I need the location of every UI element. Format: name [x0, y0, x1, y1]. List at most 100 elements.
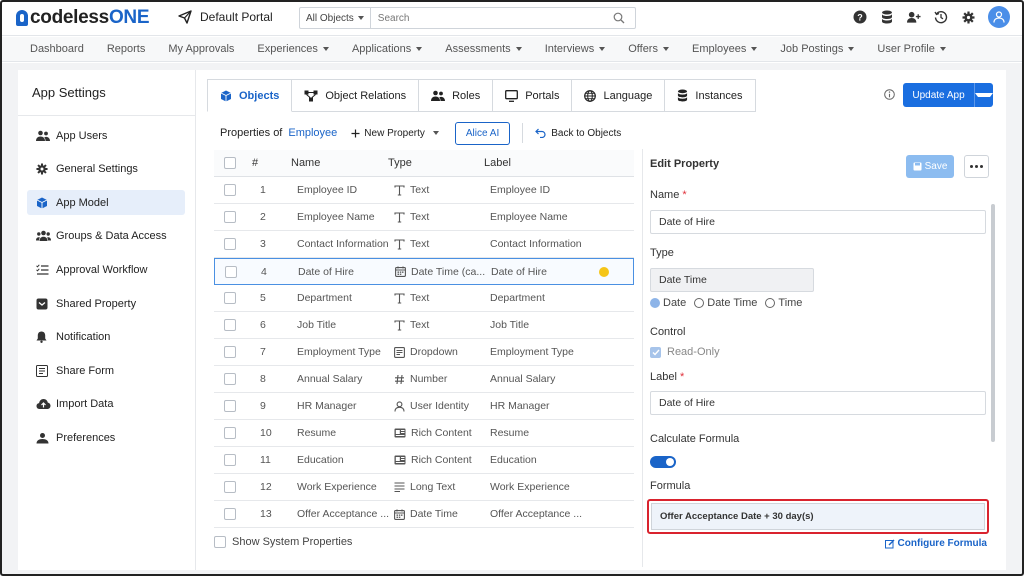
save-label: Save [924, 161, 948, 172]
row-checkbox[interactable] [224, 238, 236, 250]
table-row[interactable]: 2 Employee Name Text Employee Name [214, 204, 634, 231]
row-checkbox[interactable] [224, 211, 236, 223]
table-row[interactable]: 11 Education Rich Content Education [214, 447, 634, 474]
sidebar-item-import-data[interactable]: Import Data [27, 392, 185, 417]
row-checkbox[interactable] [224, 373, 236, 385]
radio-button[interactable] [765, 298, 776, 308]
row-checkbox[interactable] [225, 265, 237, 278]
row-checkbox[interactable] [224, 292, 236, 304]
formula-input[interactable]: Offer Acceptance Date + 30 day(s) [651, 503, 985, 530]
more-options-button[interactable] [964, 155, 989, 178]
radio-time[interactable]: Time [765, 297, 802, 309]
info-icon[interactable] [884, 89, 895, 103]
header-type[interactable]: Type [388, 157, 484, 169]
help-icon[interactable]: ? [853, 10, 867, 24]
search-scope-select[interactable]: All Objects [300, 8, 371, 28]
user-add-icon[interactable] [907, 10, 921, 24]
menu-item-reports[interactable]: Reports [107, 43, 146, 55]
tab-object-relations[interactable]: Object Relations [292, 79, 420, 112]
menu-item-applications[interactable]: Applications [352, 43, 423, 55]
menu-item-dashboard[interactable]: Dashboard [30, 43, 84, 55]
tab-roles[interactable]: Roles [419, 79, 494, 112]
radio-date[interactable]: Date [650, 297, 686, 309]
new-property-button[interactable]: New Property [351, 128, 439, 139]
object-name-link[interactable]: Employee [288, 127, 337, 139]
sidebar-item-app-users[interactable]: App Users [27, 123, 185, 148]
sidebar-item-shared-property[interactable]: Shared Property [27, 291, 185, 316]
table-row[interactable]: 5 Department Text Department [214, 285, 634, 312]
select-all-checkbox[interactable] [224, 157, 236, 169]
sidebar-item-preferences[interactable]: Preferences [27, 425, 185, 450]
alice-ai-button[interactable]: Alice AI [454, 121, 511, 145]
row-checkbox[interactable] [224, 508, 236, 520]
radio-button[interactable] [650, 298, 660, 308]
update-app-button[interactable]: Update App [903, 83, 993, 107]
tab-portals[interactable]: Portals [493, 79, 573, 112]
sidebar-item-share-form[interactable]: Share Form [27, 358, 185, 383]
sidebar-item-general-settings[interactable]: General Settings [27, 157, 185, 182]
row-checkbox[interactable] [224, 346, 236, 358]
header-label[interactable]: Label [484, 157, 634, 169]
row-number: 7 [260, 346, 266, 358]
table-row[interactable]: 6 Job Title Text Job Title [214, 312, 634, 339]
show-system-checkbox[interactable] [214, 536, 226, 548]
tab-language[interactable]: Language [572, 79, 666, 112]
table-row[interactable]: 1 Employee ID Text Employee ID [214, 177, 634, 204]
table-row[interactable]: 13 Offer Acceptance ... Date Time Offer Acc… [214, 501, 634, 528]
menu-item-job-postings[interactable]: Job Postings [780, 43, 855, 55]
app-logo[interactable]: codelessONE [16, 7, 150, 28]
table-row[interactable]: 7 Employment Type Dropdown Employment Type [214, 339, 634, 366]
table-row[interactable]: 4 Date of Hire Date Time (ca... Date of Hir… [214, 258, 634, 285]
chevron-down-icon [751, 47, 758, 51]
gear-icon[interactable] [961, 10, 975, 24]
table-row[interactable]: 12 Work Experience Long Text Work Experienc… [214, 474, 634, 501]
table-row[interactable]: 10 Resume Rich Content Resume [214, 420, 634, 447]
label-input[interactable]: Date of Hire [650, 391, 986, 415]
cube-icon [220, 90, 232, 102]
database-icon[interactable] [880, 10, 894, 24]
text-icon [394, 184, 405, 196]
tab-objects[interactable]: Objects [207, 79, 293, 112]
menu-item-assessments[interactable]: Assessments [445, 43, 522, 55]
edit-property-title: Edit Property [650, 158, 720, 170]
user-avatar-icon[interactable] [988, 6, 1010, 28]
search-input[interactable] [370, 12, 613, 24]
configure-formula-link[interactable]: Configure Formula [884, 538, 987, 549]
row-checkbox[interactable] [224, 319, 236, 331]
sidebar-item-approval-workflow[interactable]: Approval Workflow [27, 257, 185, 282]
table-row[interactable]: 9 HR Manager User Identity HR Manager [214, 393, 634, 420]
calculate-formula-toggle[interactable] [650, 456, 676, 468]
row-checkbox[interactable] [224, 184, 236, 196]
portal-name: Default Portal [200, 10, 273, 24]
radio-date-time[interactable]: Date Time [694, 297, 757, 309]
row-checkbox[interactable] [224, 400, 236, 412]
sidebar-item-notification[interactable]: Notification [27, 325, 185, 350]
row-checkbox[interactable] [224, 481, 236, 493]
row-checkbox[interactable] [224, 427, 236, 439]
back-to-objects-link[interactable]: Back to Objects [535, 128, 621, 139]
floppy-icon [913, 162, 922, 171]
search-icon[interactable] [613, 12, 625, 24]
menu-item-employees[interactable]: Employees [692, 43, 758, 55]
menu-item-my-approvals[interactable]: My Approvals [168, 43, 234, 55]
sidebar-item-groups-data-access[interactable]: Groups & Data Access [27, 224, 185, 249]
sidebar-item-app-model[interactable]: App Model [27, 190, 185, 216]
name-input[interactable]: Date of Hire [650, 210, 986, 234]
update-app-dropdown[interactable] [975, 93, 993, 97]
control-field-label: Control [650, 326, 686, 338]
tab-instances[interactable]: Instances [665, 79, 756, 112]
table-row[interactable]: 8 Annual Salary Number Annual Salary [214, 366, 634, 393]
show-system-properties[interactable]: Show System Properties [214, 536, 352, 548]
panel-scrollbar[interactable] [991, 204, 995, 442]
history-icon[interactable] [934, 10, 948, 24]
menu-item-interviews[interactable]: Interviews [545, 43, 606, 55]
header-name[interactable]: Name [290, 157, 388, 169]
menu-item-offers[interactable]: Offers [628, 43, 669, 55]
radio-button[interactable] [694, 298, 705, 308]
save-button[interactable]: Save [906, 155, 954, 178]
menu-item-user-profile[interactable]: User Profile [877, 43, 946, 55]
row-checkbox[interactable] [224, 454, 236, 466]
table-row[interactable]: 3 Contact Information Text Contact Informat… [214, 231, 634, 258]
menu-item-experiences[interactable]: Experiences [257, 43, 329, 55]
portal-selector[interactable]: Default Portal [178, 10, 273, 24]
